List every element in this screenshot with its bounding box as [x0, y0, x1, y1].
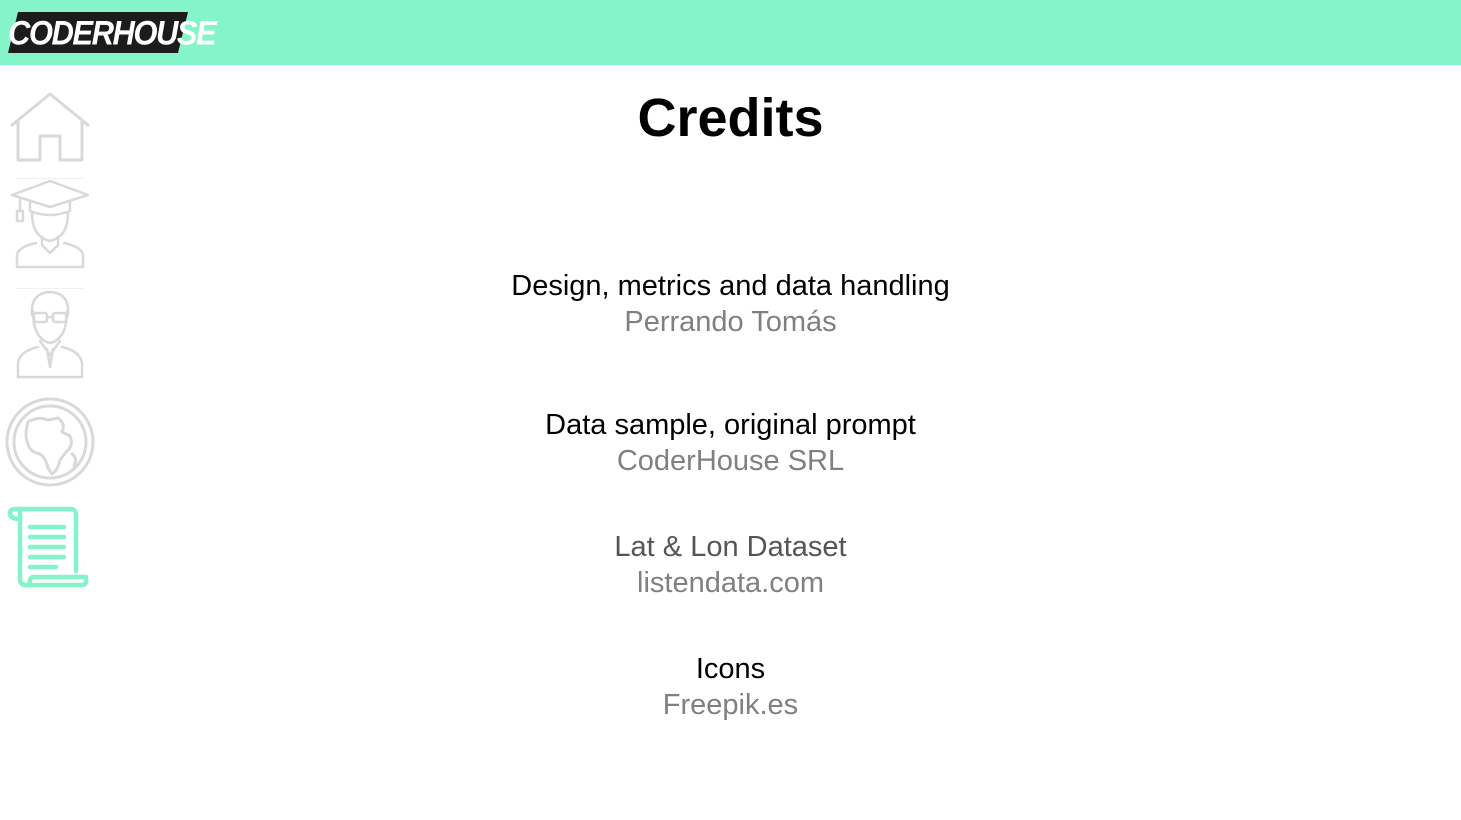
credit-role: Lat & Lon Dataset	[614, 531, 847, 563]
credit-entry: Data sample, original prompt CoderHouse …	[300, 407, 1161, 479]
top-bar: CODERHOUSE	[0, 0, 1461, 65]
logo-text: CODERHOUSE	[8, 12, 217, 53]
credit-author: CoderHouse SRL	[616, 445, 845, 477]
credit-entry: Icons Freepik.es	[300, 651, 1161, 723]
credit-author: listendata.com	[637, 567, 824, 599]
credit-entry: Design, metrics and data handling Perran…	[300, 268, 1161, 340]
page-title: Credits	[637, 88, 824, 148]
credit-role: Data sample, original prompt	[545, 409, 916, 441]
credit-author: Freepik.es	[662, 689, 799, 721]
credit-author: Perrando Tomás	[624, 306, 837, 338]
credit-role: Design, metrics and data handling	[511, 270, 950, 302]
main-content: Credits Design, metrics and data handlin…	[0, 65, 1461, 820]
coderhouse-logo[interactable]: CODERHOUSE	[8, 12, 217, 53]
credit-role: Icons	[695, 653, 766, 685]
credit-entry: Lat & Lon Dataset listendata.com	[300, 529, 1161, 601]
